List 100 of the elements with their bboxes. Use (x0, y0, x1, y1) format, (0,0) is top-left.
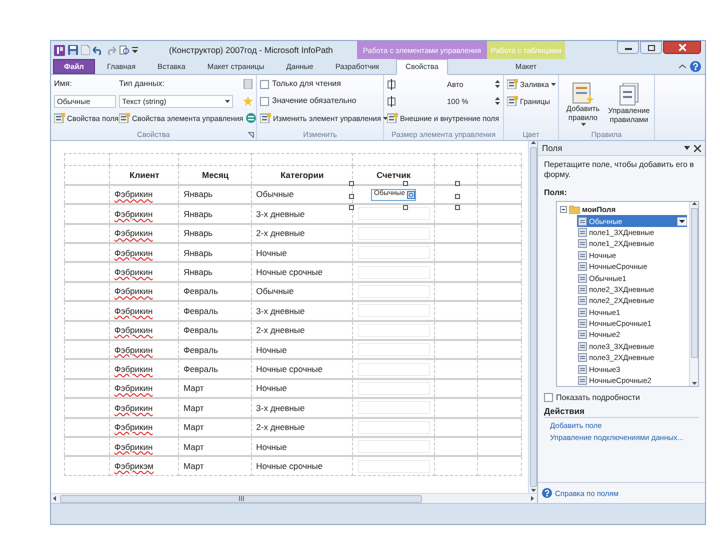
collapse-icon[interactable] (679, 64, 686, 69)
collapse-icon[interactable] (560, 206, 567, 214)
table-cell: Ночные (256, 248, 287, 258)
text-field[interactable] (358, 285, 430, 298)
dropdown-icon[interactable] (677, 216, 687, 226)
checkbox[interactable]: Показать подробности (544, 392, 699, 403)
checkbox[interactable]: Значение обязательно (260, 96, 356, 106)
table-cell: 3-х дневные (256, 208, 305, 219)
preview-icon[interactable] (119, 45, 129, 55)
field-icon (578, 364, 587, 374)
form-icon (54, 113, 65, 123)
field-icon (578, 319, 587, 328)
column-header: Клиент (130, 170, 160, 180)
table-cell: 2-х дневные (256, 422, 305, 432)
instruction-text: Перетащите поле, чтобы добавить его в форму. (544, 160, 695, 180)
height-icon (387, 96, 396, 106)
table-cell: Фэбрикэм (114, 461, 154, 472)
table-cell: Фэбрикин (114, 228, 153, 238)
column-header: Категории (280, 170, 324, 180)
field-icon (578, 353, 587, 362)
add-rule-icon (572, 81, 594, 106)
field-icon (578, 274, 587, 282)
table-cell: Фэбрикин (114, 364, 153, 374)
vertical-scrollbar[interactable] (528, 141, 537, 493)
text-field[interactable] (358, 440, 430, 454)
dialog-launcher-icon[interactable] (248, 132, 254, 138)
table-cell: Фэбрикин (114, 248, 153, 258)
maximize-button[interactable] (640, 41, 662, 54)
save-icon[interactable] (68, 45, 78, 55)
table-cell: Ночные срочные (256, 364, 323, 374)
height-icon (387, 78, 396, 90)
list-button[interactable] (246, 113, 256, 123)
horizontal-scrollbar[interactable] (51, 493, 537, 503)
resize-handle[interactable] (455, 180, 460, 186)
table-cell: Январь (183, 208, 213, 219)
help-icon (542, 488, 552, 498)
text-field[interactable] (358, 382, 430, 395)
table-cell: Январь (183, 228, 213, 238)
table-cell: 3-х дневные (256, 402, 305, 413)
down-arrow-icon (692, 382, 696, 386)
down-arrow-icon (530, 489, 536, 493)
table-cell: Февраль (183, 306, 218, 316)
minimize-button[interactable] (617, 41, 639, 54)
field-icon (578, 376, 587, 386)
caret-icon[interactable] (684, 146, 690, 150)
folder-icon (569, 205, 580, 214)
table-cell: Февраль (183, 325, 218, 336)
resize-handle[interactable] (403, 204, 408, 210)
resize-handle[interactable] (349, 180, 354, 186)
table-cell: Март (183, 422, 204, 432)
table-cell: Фэбрикин (114, 286, 153, 296)
star-button[interactable] (243, 96, 253, 106)
document-icon (243, 79, 253, 89)
table-cell: Фэбрикин (114, 344, 153, 355)
table-cell: Март (183, 402, 204, 413)
close-button[interactable] (663, 41, 701, 54)
table-cell: Ночные (256, 344, 287, 355)
table-cell: Фэбрикин (114, 402, 153, 413)
up-arrow-icon (530, 141, 536, 145)
table-cell: 2-х дневные (256, 228, 305, 238)
text-field[interactable] (358, 226, 430, 240)
field-icon (578, 296, 587, 306)
table-cell: Обычные (256, 189, 294, 200)
undo-icon[interactable] (93, 45, 103, 55)
help-icon[interactable] (690, 61, 701, 72)
field-icon (578, 284, 587, 294)
text-field[interactable] (358, 246, 430, 260)
table-cell: Ночные (256, 383, 287, 394)
field-icon (578, 308, 587, 317)
table-cell: Обычные (256, 286, 294, 296)
field-label: Имя: (54, 79, 73, 89)
column-header: Месяц (202, 170, 229, 180)
table-cell: Февраль (183, 286, 218, 296)
form-icon (387, 113, 398, 123)
table-cell: Ночные срочные (256, 461, 323, 472)
table-cell: 3-х дневные (256, 306, 305, 316)
checkbox[interactable]: Только для чтения (260, 79, 341, 89)
tree-label: Поля: (544, 188, 568, 198)
left-arrow-icon (53, 496, 57, 501)
text-field[interactable] (358, 324, 430, 337)
customize-icon[interactable] (132, 46, 138, 54)
form-icon (507, 96, 518, 106)
text-field[interactable] (358, 420, 430, 434)
field-icon (578, 228, 587, 237)
field-icon (578, 216, 587, 226)
text-field[interactable] (358, 343, 430, 356)
text-field[interactable] (358, 207, 430, 220)
tree-scrollbar[interactable] (689, 202, 698, 386)
spin-arrows-icon[interactable] (495, 79, 500, 89)
resize-handle[interactable] (403, 180, 408, 186)
form-icon (119, 113, 130, 123)
close-icon[interactable] (694, 144, 701, 152)
app-icon[interactable] (54, 44, 65, 56)
field-icon (578, 330, 587, 340)
right-arrow-icon (531, 496, 535, 501)
column-header: Счетчик (376, 170, 411, 180)
rules-icon (618, 82, 640, 107)
minimize-icon (624, 45, 632, 50)
spin-arrows-icon[interactable] (495, 96, 500, 106)
table-cell: Фэбрикин (114, 208, 153, 219)
